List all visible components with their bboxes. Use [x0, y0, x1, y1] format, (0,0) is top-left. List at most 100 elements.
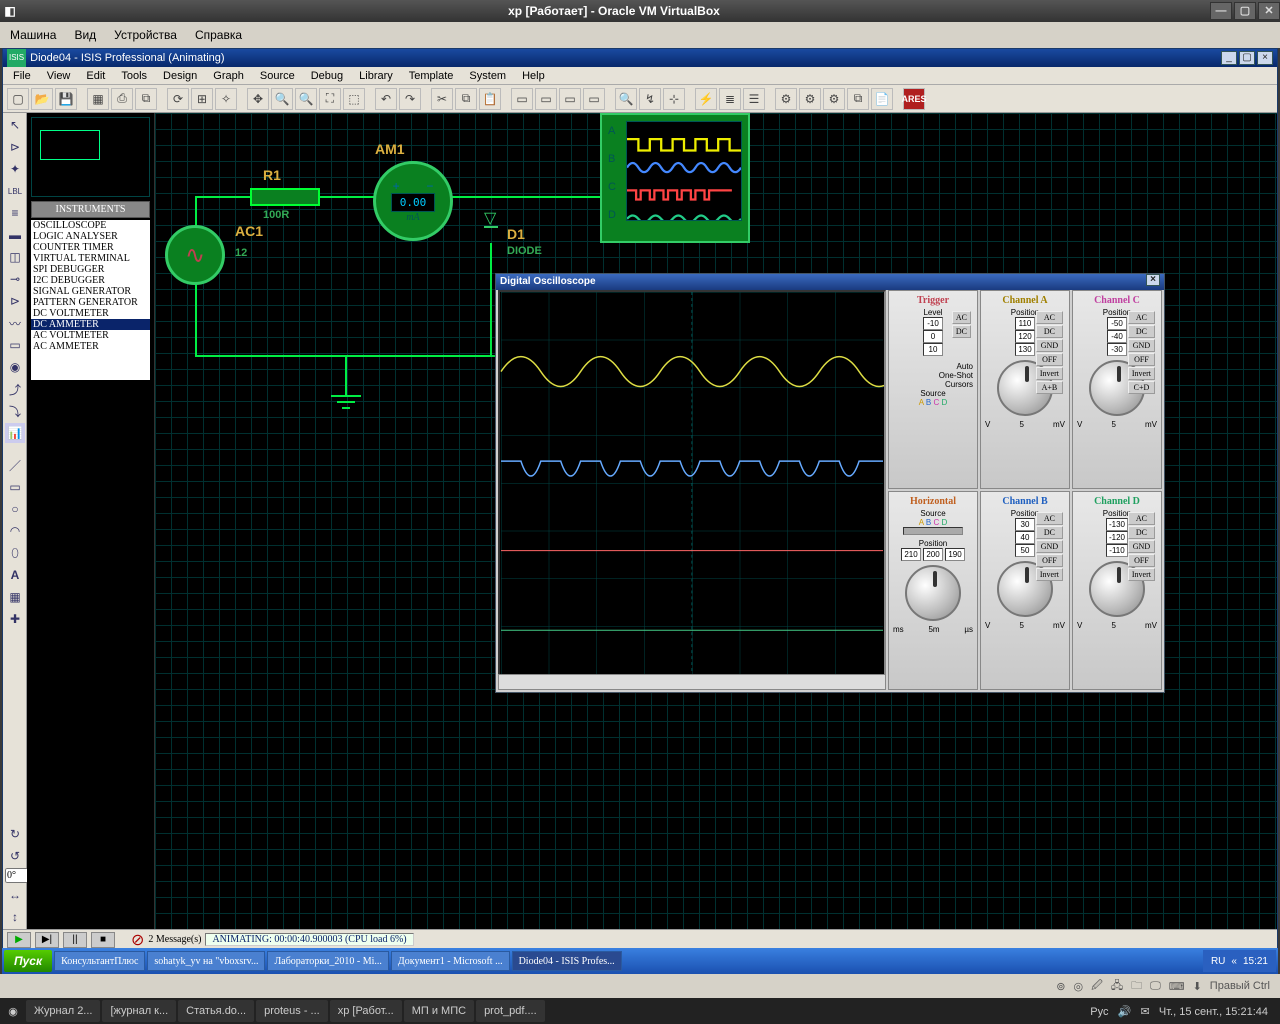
copy-icon[interactable]: ⧉: [455, 88, 477, 110]
host-taskbar[interactable]: ◉ Журнал 2...[журнал к...Статья.do...pro…: [0, 998, 1280, 1024]
rect-icon[interactable]: ▭: [5, 477, 25, 497]
pause-button[interactable]: ||: [63, 932, 87, 948]
block-icon[interactable]: ▭: [511, 88, 533, 110]
diode-symbol[interactable]: ▽: [484, 208, 498, 228]
taskbar-item[interactable]: Документ1 - Microsoft ...: [391, 951, 510, 971]
schematic-canvas[interactable]: R1 100R AM1 + − 0.00 mA AC1 ∿ 12 ▽ D1 DI…: [155, 113, 1277, 929]
instrument-item[interactable]: AC VOLTMETER: [31, 330, 150, 341]
coupling-button[interactable]: AC: [1128, 311, 1155, 324]
osc-h-scrollbar[interactable]: [498, 674, 886, 690]
osc-close-button[interactable]: ×: [1146, 274, 1160, 286]
zoomarea-icon[interactable]: ⬚: [343, 88, 365, 110]
menu-design[interactable]: Design: [157, 68, 203, 84]
marker-icon[interactable]: ✚: [5, 609, 25, 629]
close-button[interactable]: ✕: [1258, 2, 1280, 20]
source-ac1[interactable]: ∿: [165, 225, 225, 285]
tape-mode-icon[interactable]: ▭: [5, 335, 25, 355]
host-task-item[interactable]: МП и МПС: [404, 1000, 474, 1022]
cfg2-icon[interactable]: ⚙: [799, 88, 821, 110]
block4-icon[interactable]: ▭: [583, 88, 605, 110]
step-button[interactable]: ▶|: [35, 932, 59, 948]
messages-label[interactable]: 2 Message(s): [148, 934, 201, 945]
menu-graph[interactable]: Graph: [207, 68, 250, 84]
symbol-icon[interactable]: ▦: [5, 587, 25, 607]
select-mode-icon[interactable]: ↖: [5, 115, 25, 135]
block3-icon[interactable]: ▭: [559, 88, 581, 110]
instrument-item[interactable]: AC AMMETER: [31, 341, 150, 352]
open-icon[interactable]: 📂: [31, 88, 53, 110]
resistor-r1[interactable]: [250, 188, 320, 206]
menu-template[interactable]: Template: [403, 68, 460, 84]
ammeter-am1[interactable]: + − 0.00 mA: [373, 161, 453, 241]
coupling-button[interactable]: DC: [1128, 325, 1155, 338]
redo-icon[interactable]: ↷: [399, 88, 421, 110]
cha-pos-spinner[interactable]: 110: [1015, 317, 1035, 330]
coupling-button[interactable]: GND: [1128, 339, 1155, 352]
save-icon[interactable]: 💾: [55, 88, 77, 110]
coupling-button[interactable]: Invert: [1128, 367, 1155, 380]
ubuntu-icon[interactable]: ◉: [2, 1005, 24, 1018]
coupling-button[interactable]: OFF: [1128, 353, 1155, 366]
inst-mode-icon[interactable]: 📊: [5, 423, 25, 443]
mode-toolbar[interactable]: ↖ ⊳ ✦ LBL ≡ ▬ ◫ ⊸ ⊳ 〰 ▭ ◉ ⤴ ⤵ 📊 ／ ▭ ○ ◠ …: [3, 113, 27, 929]
cfg3-icon[interactable]: ⚙: [823, 88, 845, 110]
cfg4-icon[interactable]: ⧉: [847, 88, 869, 110]
coupling-button[interactable]: C+D: [1128, 381, 1155, 394]
coupling-button[interactable]: DC: [1036, 325, 1063, 338]
route-icon[interactable]: ↯: [639, 88, 661, 110]
trigger-oneshot[interactable]: One-Shot: [893, 371, 973, 380]
host-lang[interactable]: Рус: [1090, 1006, 1108, 1018]
instrument-item[interactable]: SPI DEBUGGER: [31, 264, 150, 275]
instrument-item[interactable]: COUNTER TIMER: [31, 242, 150, 253]
start-button[interactable]: Пуск: [4, 950, 52, 972]
arc-icon[interactable]: ◠: [5, 521, 25, 541]
zoomall-icon[interactable]: ⛶: [319, 88, 341, 110]
menu-library[interactable]: Library: [353, 68, 399, 84]
coupling-button[interactable]: OFF: [1128, 554, 1155, 567]
zoomin-icon[interactable]: 🔍: [271, 88, 293, 110]
paste-icon[interactable]: 📋: [479, 88, 501, 110]
probe2-mode-icon[interactable]: ⤵: [5, 401, 25, 421]
coupling-button[interactable]: AC: [1128, 512, 1155, 525]
menu-debug[interactable]: Debug: [305, 68, 349, 84]
app-close-button[interactable]: ×: [1257, 51, 1273, 65]
trigger-cursors[interactable]: Cursors: [893, 380, 973, 389]
schematic-overview[interactable]: [31, 117, 150, 197]
instrument-item[interactable]: PATTERN GENERATOR: [31, 297, 150, 308]
clip-icon[interactable]: ⧉: [135, 88, 157, 110]
instrument-item[interactable]: SIGNAL GENERATOR: [31, 286, 150, 297]
print-icon[interactable]: ⎙: [111, 88, 133, 110]
stop-button[interactable]: ■: [91, 932, 115, 948]
menu-file[interactable]: File: [7, 68, 37, 84]
osc-titlebar[interactable]: Digital Oscilloscope ×: [496, 274, 1164, 290]
trigger-level-spinner[interactable]: -10: [923, 317, 943, 330]
coupling-button[interactable]: A+B: [1036, 381, 1063, 394]
coupling-button[interactable]: GND: [1036, 339, 1063, 352]
rotation-input[interactable]: [5, 868, 29, 883]
label-mode-icon[interactable]: LBL: [5, 181, 25, 201]
pan-icon[interactable]: ✥: [247, 88, 269, 110]
bus-mode-icon[interactable]: ▬: [5, 225, 25, 245]
cfg1-icon[interactable]: ⚙: [775, 88, 797, 110]
taskbar-item[interactable]: Лабораторки_2010 - Mi...: [267, 951, 388, 971]
coupling-button[interactable]: Invert: [1036, 367, 1063, 380]
coupling-button[interactable]: OFF: [1036, 353, 1063, 366]
terminal-mode-icon[interactable]: ⊸: [5, 269, 25, 289]
zoomout-icon[interactable]: 🔍: [295, 88, 317, 110]
host-task-item[interactable]: xp [Работ...: [330, 1000, 402, 1022]
refresh-icon[interactable]: ⟳: [167, 88, 189, 110]
trigger-auto[interactable]: Auto: [893, 362, 973, 371]
chd-pos-spinner[interactable]: -130: [1106, 518, 1128, 531]
menu-tools[interactable]: Tools: [115, 68, 153, 84]
menu-help[interactable]: Справка: [195, 28, 242, 42]
search-icon[interactable]: 🔍: [615, 88, 637, 110]
oscilloscope-component[interactable]: A B C D: [600, 113, 750, 243]
menu-devices[interactable]: Устройства: [114, 28, 177, 42]
textg-icon[interactable]: A: [5, 565, 25, 585]
play-button[interactable]: ▶: [7, 932, 31, 948]
new-icon[interactable]: ▢: [7, 88, 29, 110]
minimize-button[interactable]: —: [1210, 2, 1232, 20]
cfg5-icon[interactable]: 📄: [871, 88, 893, 110]
app-minimize-button[interactable]: _: [1221, 51, 1237, 65]
host-task-item[interactable]: Журнал 2...: [26, 1000, 100, 1022]
